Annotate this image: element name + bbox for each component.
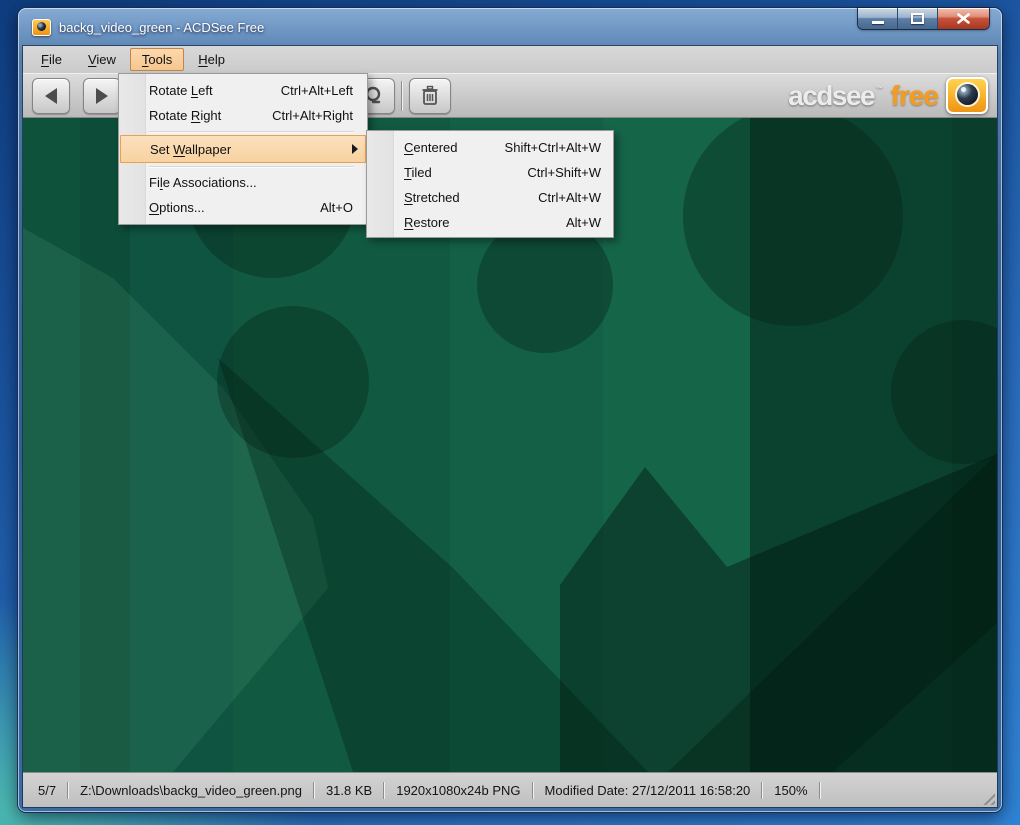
shortcut-label: Ctrl+Alt+Right bbox=[272, 108, 353, 123]
menu-item-rotate-left[interactable]: Rotate Left Ctrl+Alt+Left bbox=[119, 78, 367, 103]
menu-help[interactable]: Help bbox=[186, 48, 237, 71]
close-button[interactable] bbox=[938, 8, 989, 29]
titlebar[interactable]: backg_video_green - ACDSee Free bbox=[18, 8, 1002, 46]
delete-icon bbox=[422, 85, 438, 105]
submenu-item-centered[interactable]: Centered Shift+Ctrl+Alt+W bbox=[367, 135, 613, 160]
shortcut-label: Alt+W bbox=[565, 215, 601, 230]
logo-brand-text: acdsee™ bbox=[788, 79, 883, 111]
status-modified-date: Modified Date: 27/12/2011 16:58:20 bbox=[544, 782, 751, 798]
submenu-arrow-icon bbox=[352, 144, 358, 154]
status-position: 5/7 bbox=[38, 782, 57, 798]
menu-item-rotate-right[interactable]: Rotate Right Ctrl+Alt+Right bbox=[119, 103, 367, 128]
app-window: backg_video_green - ACDSee Free File Vie… bbox=[18, 8, 1002, 812]
wallpaper-circle bbox=[891, 320, 997, 464]
shortcut-label: Alt+O bbox=[320, 200, 353, 215]
next-image-button[interactable] bbox=[83, 77, 121, 114]
set-wallpaper-submenu: Centered Shift+Ctrl+Alt+W Tiled Ctrl+Shi… bbox=[366, 130, 614, 238]
app-camera-icon bbox=[32, 18, 51, 36]
previous-icon bbox=[45, 87, 57, 104]
delete-button[interactable] bbox=[409, 77, 451, 114]
wallpaper-circle bbox=[683, 118, 903, 326]
minimize-button[interactable] bbox=[858, 8, 898, 29]
toolbar-separator bbox=[401, 80, 403, 111]
minimize-icon bbox=[871, 21, 884, 24]
menu-item-options[interactable]: Options... Alt+O bbox=[119, 195, 367, 220]
window-title: backg_video_green - ACDSee Free bbox=[59, 19, 265, 35]
caption-buttons bbox=[858, 8, 989, 29]
menu-view[interactable]: View bbox=[76, 48, 128, 71]
next-icon bbox=[96, 87, 108, 104]
status-bar: 5/7 Z:\Downloads\backg_video_green.png 3… bbox=[23, 772, 997, 807]
status-file-path: Z:\Downloads\backg_video_green.png bbox=[80, 782, 302, 798]
shortcut-label: Shift+Ctrl+Alt+W bbox=[504, 140, 601, 155]
menu-file[interactable]: File bbox=[29, 48, 74, 71]
resize-grip[interactable] bbox=[980, 790, 995, 805]
logo-camera-icon bbox=[946, 77, 988, 114]
shortcut-label: Ctrl+Alt+Left bbox=[280, 83, 353, 98]
status-file-size: 31.8 KB bbox=[325, 782, 373, 798]
status-zoom-level: 150% bbox=[774, 782, 808, 798]
submenu-item-restore[interactable]: Restore Alt+W bbox=[367, 210, 613, 235]
status-dimensions: 1920x1080x24b PNG bbox=[396, 782, 521, 798]
trademark-symbol: ™ bbox=[875, 83, 883, 93]
submenu-item-stretched[interactable]: Stretched Ctrl+Alt+W bbox=[367, 185, 613, 210]
previous-image-button[interactable] bbox=[32, 77, 70, 114]
close-icon bbox=[957, 13, 970, 24]
menu-separator bbox=[119, 128, 367, 135]
menu-item-file-associations[interactable]: File Associations... bbox=[119, 170, 367, 195]
logo-edition-text: free bbox=[890, 79, 939, 111]
menu-item-set-wallpaper[interactable]: Set Wallpaper bbox=[120, 135, 366, 163]
maximize-button[interactable] bbox=[898, 8, 938, 29]
menu-bar: File View Tools Help bbox=[23, 46, 997, 73]
shortcut-label: Ctrl+Alt+W bbox=[538, 190, 601, 205]
acdsee-logo: acdsee™ free bbox=[788, 77, 988, 114]
shortcut-label: Ctrl+Shift+W bbox=[527, 165, 601, 180]
menu-tools[interactable]: Tools bbox=[129, 48, 185, 71]
menu-separator bbox=[119, 163, 367, 170]
tools-menu: Rotate Left Ctrl+Alt+Left Rotate Right C… bbox=[118, 73, 368, 225]
submenu-item-tiled[interactable]: Tiled Ctrl+Shift+W bbox=[367, 160, 613, 185]
maximize-icon bbox=[911, 13, 924, 24]
desktop: { "window": { "title": "backg_video_gree… bbox=[0, 0, 1020, 825]
